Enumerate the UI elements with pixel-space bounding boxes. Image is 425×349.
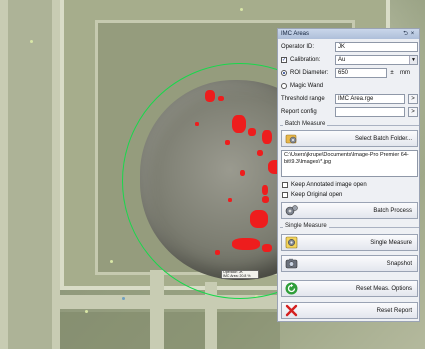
keep-annotated-checkbox[interactable]	[282, 182, 288, 188]
calibration-value: Au	[338, 57, 346, 63]
calibration-checkbox[interactable]: ✓	[281, 57, 287, 63]
roi-diameter-row: ROI Diameter: 650 ± mm	[278, 67, 421, 79]
select-batch-folder-button[interactable]: Select Batch Folder...	[281, 130, 418, 147]
delete-x-icon	[285, 304, 298, 317]
panel-title-bar: IMC Areas ⮌ ×	[278, 29, 419, 39]
surface-speck	[240, 8, 243, 11]
operator-label: Operator ID:	[281, 44, 315, 50]
threshold-row: Threshold range IMC Area.rge >	[278, 93, 421, 105]
reset-report-label: Reset Report	[376, 307, 412, 314]
measure-gear-icon	[285, 236, 298, 249]
folder-gear-icon	[285, 132, 298, 145]
snapshot-button[interactable]: Snapshot	[281, 255, 418, 272]
single-measure-label: Single Measure	[370, 239, 412, 246]
report-config-row: Report config >	[278, 106, 421, 118]
refresh-icon	[285, 282, 298, 295]
metal-trace	[60, 312, 280, 349]
single-group-title: Single Measure	[283, 223, 329, 229]
keep-annotated-label: Keep Annotated image open	[291, 182, 367, 188]
imc-areas-panel: IMC Areas ⮌ × Operator ID: JK ✓ Calibrat…	[277, 28, 420, 322]
camera-icon	[285, 257, 298, 270]
select-batch-folder-label: Select Batch Folder...	[354, 135, 412, 142]
reset-meas-options-label: Reset Meas. Options	[355, 285, 412, 292]
measurement-overlay-label: Operator: JK IMC Area: 20.8 %	[221, 270, 259, 279]
metal-trace	[8, 0, 52, 349]
batch-group-title: Batch Measure	[283, 121, 328, 127]
report-config-label: Report config	[281, 109, 317, 115]
spin-stepper-icon[interactable]: ±	[388, 68, 396, 78]
roi-diameter-radio[interactable]	[281, 70, 287, 76]
snapshot-label: Snapshot	[386, 260, 412, 267]
magic-wand-row: Magic Wand	[278, 80, 421, 92]
calibration-row: ✓ Calibration: Au ▼	[278, 54, 421, 66]
keep-original-checkbox[interactable]	[282, 192, 288, 198]
pin-icon[interactable]: ⮌	[402, 30, 409, 38]
operator-id-input[interactable]: JK	[335, 42, 418, 52]
surface-speck	[122, 297, 125, 300]
single-measure-button[interactable]: Single Measure	[281, 234, 418, 251]
batch-process-label: Batch Process	[373, 207, 412, 214]
chevron-down-icon: ▼	[409, 56, 417, 64]
calibration-label: Calibration:	[290, 57, 321, 63]
threshold-label: Threshold range	[281, 96, 325, 102]
magic-wand-label: Magic Wand	[290, 83, 324, 89]
overlay-imc-area-text: IMC Area: 20.8 %	[223, 273, 251, 278]
close-icon[interactable]: ×	[409, 30, 416, 38]
keep-original-row: Keep Original open	[278, 189, 421, 201]
keep-original-label: Keep Original open	[291, 192, 343, 198]
surface-speck	[85, 310, 88, 313]
roi-diameter-label: ROI Diameter:	[290, 70, 329, 76]
surface-speck	[30, 40, 33, 43]
magic-wand-radio[interactable]	[281, 83, 287, 89]
panel-title: IMC Areas	[281, 31, 310, 37]
batch-process-button[interactable]: Batch Process	[281, 202, 418, 219]
gears-icon	[285, 204, 298, 217]
batch-folder-path[interactable]: C:\Users\jkrupe\Documents\Image-Pro Prem…	[281, 150, 418, 177]
operator-row: Operator ID: JK	[278, 41, 421, 53]
surface-speck	[110, 260, 113, 263]
threshold-file-input[interactable]: IMC Area.rge	[335, 94, 405, 104]
threshold-browse-button[interactable]: >	[408, 94, 418, 104]
reset-report-button[interactable]: Reset Report	[281, 302, 418, 319]
reset-meas-options-button[interactable]: Reset Meas. Options	[281, 280, 418, 297]
report-config-input[interactable]	[335, 107, 405, 117]
calibration-select[interactable]: Au ▼	[335, 55, 418, 65]
roi-diameter-input[interactable]: 650	[335, 68, 387, 78]
report-config-browse-button[interactable]: >	[408, 107, 418, 117]
metal-trace	[150, 270, 164, 349]
roi-unit-label: mm	[400, 70, 410, 76]
